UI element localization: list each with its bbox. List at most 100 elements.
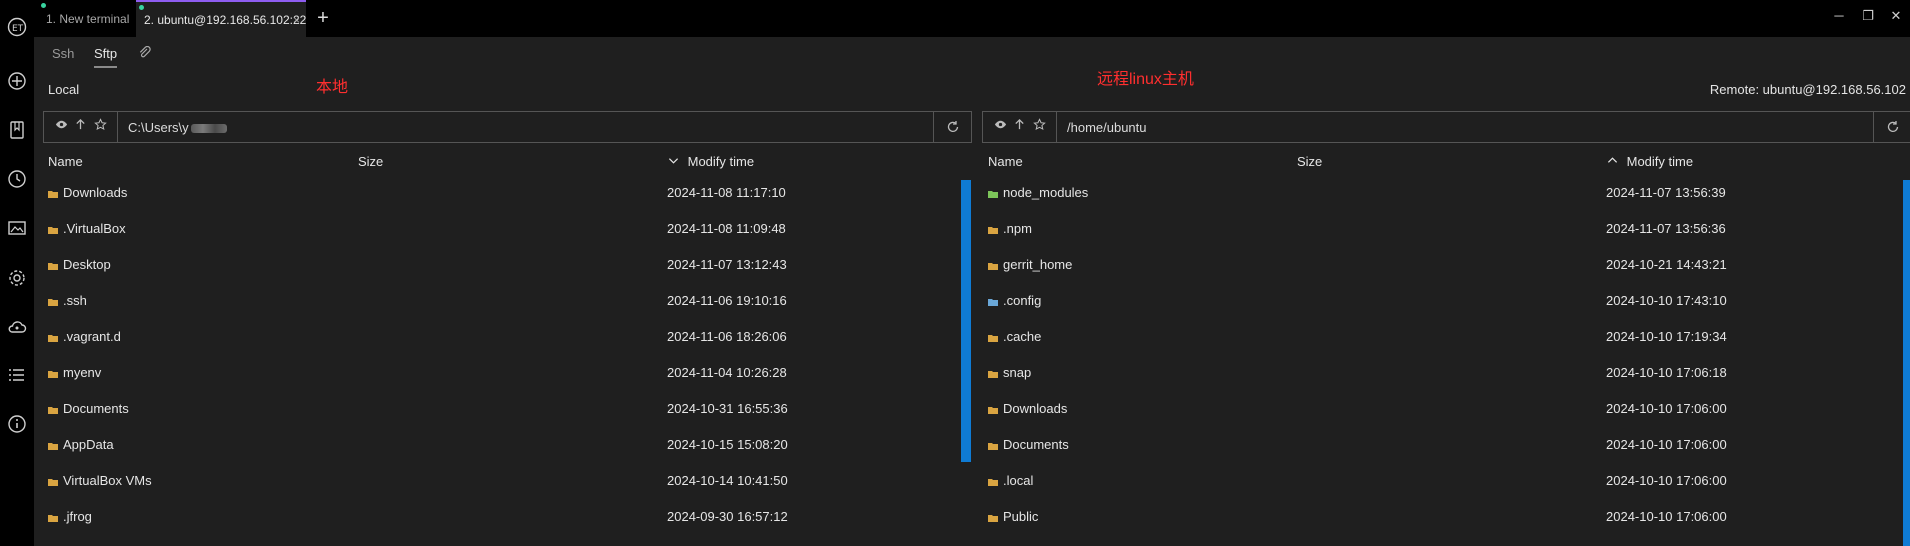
file-name: Documents xyxy=(988,437,1069,453)
tab-sftp[interactable]: Sftp xyxy=(94,46,118,68)
folder-icon xyxy=(988,222,998,234)
app-logo-icon[interactable]: ET xyxy=(4,14,30,40)
bookmarks-icon[interactable] xyxy=(4,117,30,143)
close-window-button[interactable]: ✕ xyxy=(1883,6,1909,26)
folder-icon xyxy=(48,366,58,378)
history-icon[interactable] xyxy=(4,166,30,192)
file-name-text: myenv xyxy=(63,365,102,380)
local-col-name[interactable]: Name xyxy=(48,154,83,169)
folder-icon xyxy=(988,402,998,414)
file-modify-time: 2024-10-10 17:06:00 xyxy=(1606,473,1727,488)
file-name: .VirtualBox xyxy=(48,221,126,237)
local-scrollbar[interactable] xyxy=(961,180,971,462)
file-name: .ssh xyxy=(48,293,87,309)
file-name: Downloads xyxy=(48,185,127,201)
file-modify-time: 2024-11-08 11:17:10 xyxy=(667,185,786,200)
remote-path-input[interactable]: /home/ubuntu xyxy=(1067,112,1147,142)
local-path-input[interactable]: C:\Users\y xyxy=(128,112,227,142)
title-bar: 1. New terminal 2. ubuntu@192.168.56.102… xyxy=(0,0,1910,37)
add-tab-button[interactable]: + xyxy=(312,7,334,29)
local-pane-label: Local xyxy=(48,82,80,97)
list-icon[interactable] xyxy=(4,362,30,388)
file-modify-time: 2024-11-07 13:56:39 xyxy=(1606,185,1726,200)
file-name-text: Documents xyxy=(1003,437,1069,452)
star-icon[interactable] xyxy=(93,118,107,136)
arrow-up-icon[interactable] xyxy=(74,118,87,136)
star-icon[interactable] xyxy=(1032,118,1046,136)
file-name: Documents xyxy=(48,401,129,417)
folder-icon xyxy=(48,258,58,270)
folder-icon xyxy=(988,294,998,306)
local-path-text: C:\Users\y xyxy=(128,120,189,135)
cloud-sync-icon[interactable] xyxy=(4,314,30,340)
file-modify-time: 2024-11-07 13:12:43 xyxy=(667,257,787,272)
remote-annotation: 远程linux主机 xyxy=(1097,71,1194,88)
local-col-modify[interactable]: Modify time xyxy=(668,154,754,169)
status-dot xyxy=(139,5,144,10)
modify-time-label: Modify time xyxy=(1626,154,1694,169)
arrow-up-icon[interactable] xyxy=(1013,118,1026,136)
file-name-text: .local xyxy=(1003,473,1034,488)
folder-icon xyxy=(988,474,998,486)
tab-new-terminal[interactable]: 1. New terminal xyxy=(38,0,134,37)
activity-sidebar: ET xyxy=(0,0,34,546)
folder-icon xyxy=(48,438,58,450)
file-name-text: AppData xyxy=(63,437,114,452)
folder-icon xyxy=(988,366,998,378)
image-icon[interactable] xyxy=(4,215,30,241)
paperclip-icon[interactable] xyxy=(138,45,152,60)
file-modify-time: 2024-10-10 17:06:00 xyxy=(1606,401,1727,416)
remote-scrollbar[interactable] xyxy=(1903,180,1910,546)
file-modify-time: 2024-10-14 10:41:50 xyxy=(667,473,788,488)
refresh-icon xyxy=(1887,121,1898,132)
restore-button[interactable]: ❐ xyxy=(1855,6,1881,26)
file-name: AppData xyxy=(48,437,114,453)
file-name-text: .vagrant.d xyxy=(63,329,121,344)
file-name-text: .VirtualBox xyxy=(63,221,126,236)
file-name: Public xyxy=(988,509,1038,525)
redacted-username xyxy=(190,124,227,134)
local-refresh-button[interactable] xyxy=(933,112,971,142)
file-modify-time: 2024-11-04 10:26:28 xyxy=(667,365,787,380)
file-name-text: Desktop xyxy=(63,257,111,272)
remote-col-name[interactable]: Name xyxy=(988,154,1023,169)
file-modify-time: 2024-10-10 17:06:00 xyxy=(1606,509,1727,524)
file-name-text: Documents xyxy=(63,401,129,416)
file-modify-time: 2024-11-07 13:56:36 xyxy=(1606,221,1726,236)
file-name: .npm xyxy=(988,221,1032,237)
file-name: .config xyxy=(988,293,1041,309)
file-name-text: .cache xyxy=(1003,329,1042,344)
remote-refresh-button[interactable] xyxy=(1873,112,1910,142)
tab-ubuntu-session[interactable]: 2. ubuntu@192.168.56.102:22 × xyxy=(136,0,306,37)
file-name-text: node_modules xyxy=(1003,185,1089,200)
tab-ssh[interactable]: Ssh xyxy=(52,46,74,61)
folder-icon xyxy=(48,402,58,414)
folder-icon xyxy=(988,510,998,522)
file-modify-time: 2024-10-31 16:55:36 xyxy=(667,401,788,416)
file-name-text: gerrit_home xyxy=(1003,257,1073,272)
file-modify-time: 2024-11-06 19:10:16 xyxy=(667,293,787,308)
eye-icon[interactable] xyxy=(55,118,68,136)
file-name: gerrit_home xyxy=(988,257,1072,273)
file-name-text: Downloads xyxy=(63,185,128,200)
remote-col-modify[interactable]: Modify time xyxy=(1607,154,1693,169)
status-dot xyxy=(41,3,46,8)
folder-icon xyxy=(48,294,58,306)
file-modify-time: 2024-10-21 14:43:21 xyxy=(1606,257,1727,272)
sort-asc-icon xyxy=(1607,154,1619,169)
eye-icon[interactable] xyxy=(994,118,1007,136)
add-connection-icon[interactable] xyxy=(4,68,30,94)
local-col-size[interactable]: Size xyxy=(358,154,383,169)
refresh-icon xyxy=(947,121,958,132)
file-name: Desktop xyxy=(48,257,111,273)
remote-address-bar: /home/ubuntu xyxy=(982,111,1910,143)
file-name-text: Downloads xyxy=(1003,401,1068,416)
svg-text:ET: ET xyxy=(12,24,24,34)
settings-gear-icon[interactable] xyxy=(4,265,30,291)
remote-col-size[interactable]: Size xyxy=(1297,154,1322,169)
close-icon[interactable]: × xyxy=(293,2,300,38)
minimize-button[interactable]: ─ xyxy=(1826,6,1852,26)
info-icon[interactable] xyxy=(4,411,30,437)
file-name: myenv xyxy=(48,365,101,381)
file-modify-time: 2024-10-10 17:06:00 xyxy=(1606,437,1727,452)
